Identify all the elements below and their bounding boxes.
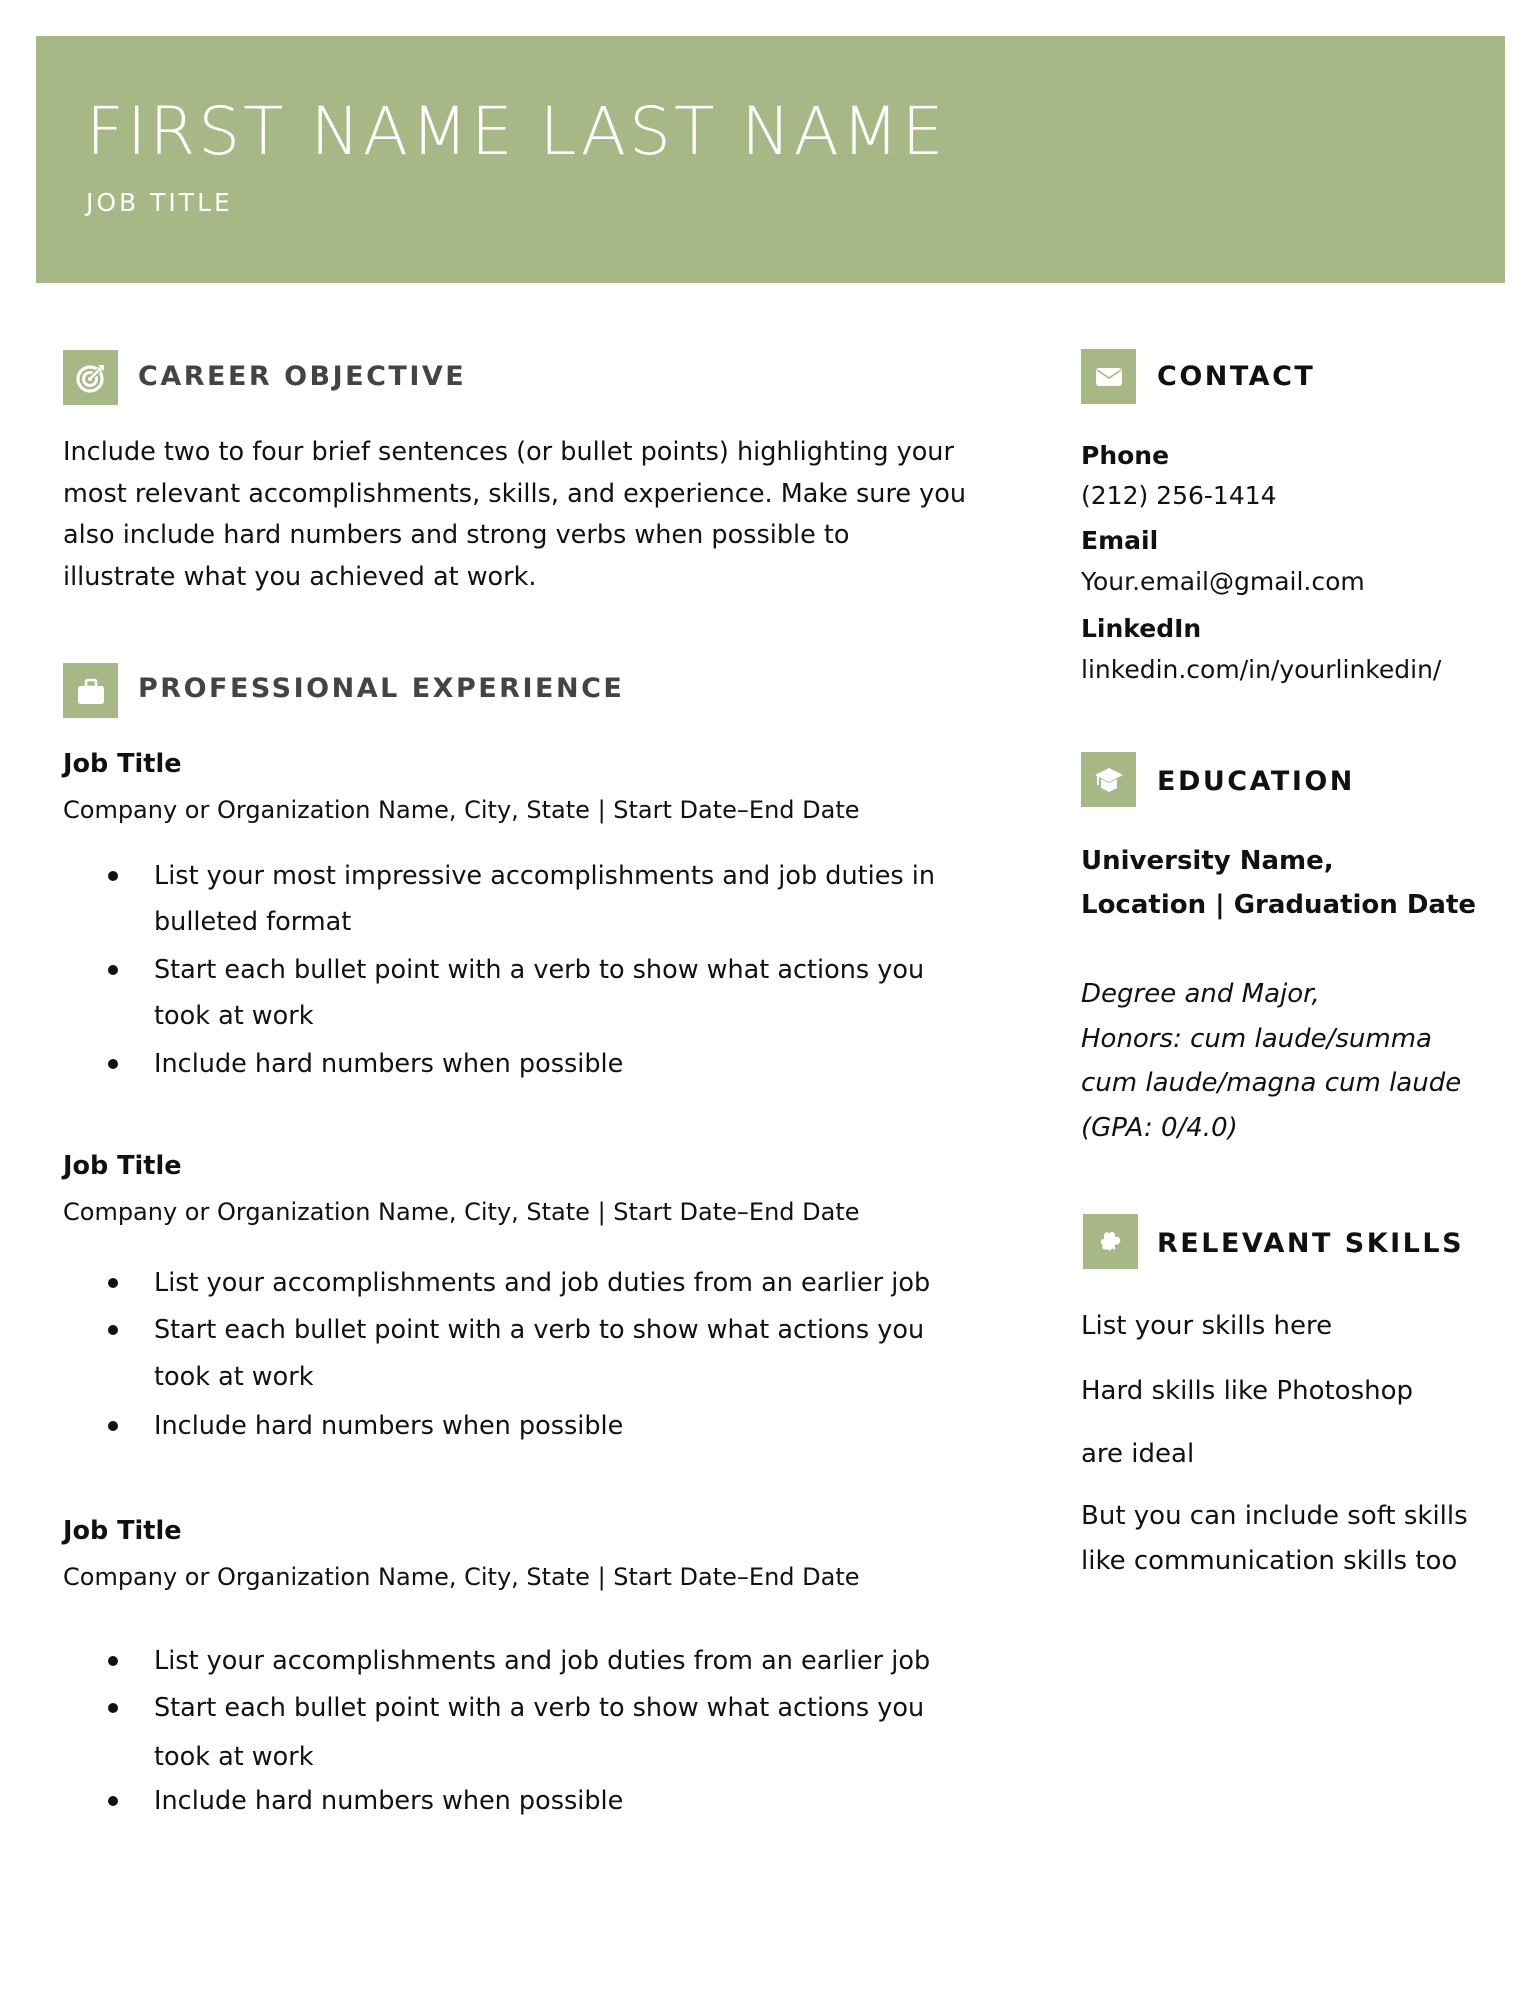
bullet-dot xyxy=(108,1325,118,1335)
university-location-date: Location | Graduation Date xyxy=(1081,890,1477,920)
skill-line: List your skills here xyxy=(1081,1311,1333,1341)
bullet-text: Start each bullet point with a verb to s… xyxy=(154,1315,925,1345)
skill-line: are ideal xyxy=(1081,1439,1195,1469)
email-value[interactable]: Your.email@gmail.com xyxy=(1081,566,1365,598)
skills-icon-box xyxy=(1083,1214,1138,1269)
job-company: Company or Organization Name, City, Stat… xyxy=(63,1198,860,1226)
candidate-name: FIRST NAME LAST NAME xyxy=(86,93,947,170)
bullet-text: Include hard numbers when possible xyxy=(154,1411,624,1441)
experience-icon-box xyxy=(63,663,118,718)
objective-line: most relevant accomplishments, skills, a… xyxy=(63,478,967,509)
contact-icon-box xyxy=(1081,349,1136,404)
education-heading: EDUCATION xyxy=(1157,766,1355,797)
degree-line: Degree and Major, xyxy=(1081,979,1320,1009)
bullet-text: took at work xyxy=(154,1362,314,1392)
graduation-cap-icon xyxy=(1094,767,1123,792)
bullet-dot xyxy=(108,1421,118,1431)
university-name: University Name, xyxy=(1081,846,1334,876)
education-icon-box xyxy=(1081,752,1136,807)
email-label: Email xyxy=(1081,526,1159,555)
bullet-text: took at work xyxy=(154,1001,314,1031)
skill-line: like communication skills too xyxy=(1081,1546,1458,1576)
target-icon xyxy=(75,364,104,393)
bullet-text: List your accomplishments and job duties… xyxy=(154,1646,931,1676)
bullet-dot xyxy=(108,871,118,881)
puzzle-piece-icon xyxy=(1100,1231,1120,1251)
contact-heading: CONTACT xyxy=(1157,361,1316,392)
job-company: Company or Organization Name, City, Stat… xyxy=(63,1563,860,1591)
objective-line: Include two to four brief sentences (or … xyxy=(63,437,954,467)
bullet-dot xyxy=(108,1703,118,1713)
candidate-job-title: JOB TITLE xyxy=(86,188,233,217)
job-company: Company or Organization Name, City, Stat… xyxy=(63,796,860,824)
linkedin-value[interactable]: linkedin.com/in/yourlinkedin/ xyxy=(1081,654,1441,686)
bullet-dot xyxy=(108,1278,118,1288)
degree-line: cum laude/magna cum laude xyxy=(1081,1068,1462,1098)
degree-line: (GPA: 0/4.0) xyxy=(1081,1113,1238,1143)
job-title: Job Title xyxy=(63,749,182,779)
objective-line: illustrate what you achieved at work. xyxy=(63,561,537,592)
bullet-text: Include hard numbers when possible xyxy=(154,1786,624,1816)
bullet-dot xyxy=(108,965,118,975)
degree-line: Honors: cum laude/summa xyxy=(1081,1024,1432,1054)
skills-heading: RELEVANT SKILLS xyxy=(1157,1228,1465,1259)
job-title: Job Title xyxy=(63,1151,182,1181)
bullet-text: Include hard numbers when possible xyxy=(154,1049,624,1079)
objective-line: also include hard numbers and strong ver… xyxy=(63,520,850,550)
skill-line: But you can include soft skills xyxy=(1081,1501,1468,1531)
experience-heading: PROFESSIONAL EXPERIENCE xyxy=(138,673,625,704)
career-objective-text: Include two to four brief sentences (or … xyxy=(63,432,1023,598)
bullet-text: bulleted format xyxy=(154,907,352,937)
skill-line: Hard skills like Photoshop xyxy=(1081,1376,1414,1406)
bullet-text: took at work xyxy=(154,1742,314,1772)
bullet-dot xyxy=(108,1796,118,1806)
career-objective-icon-box xyxy=(63,350,118,405)
bullet-dot xyxy=(108,1059,118,1069)
career-objective-heading: CAREER OBJECTIVE xyxy=(138,361,467,392)
bullet-dot xyxy=(108,1656,118,1666)
linkedin-label: LinkedIn xyxy=(1081,614,1202,643)
envelope-icon xyxy=(1095,367,1122,386)
phone-value: (212) 256-1414 xyxy=(1081,481,1277,510)
phone-label: Phone xyxy=(1081,441,1170,470)
bullet-text: List your most impressive accomplishment… xyxy=(154,861,936,891)
briefcase-icon xyxy=(77,678,104,704)
job-title: Job Title xyxy=(63,1516,182,1546)
bullet-text: Start each bullet point with a verb to s… xyxy=(154,955,925,985)
bullet-text: Start each bullet point with a verb to s… xyxy=(154,1693,925,1723)
bullet-text: List your accomplishments and job duties… xyxy=(154,1268,931,1298)
